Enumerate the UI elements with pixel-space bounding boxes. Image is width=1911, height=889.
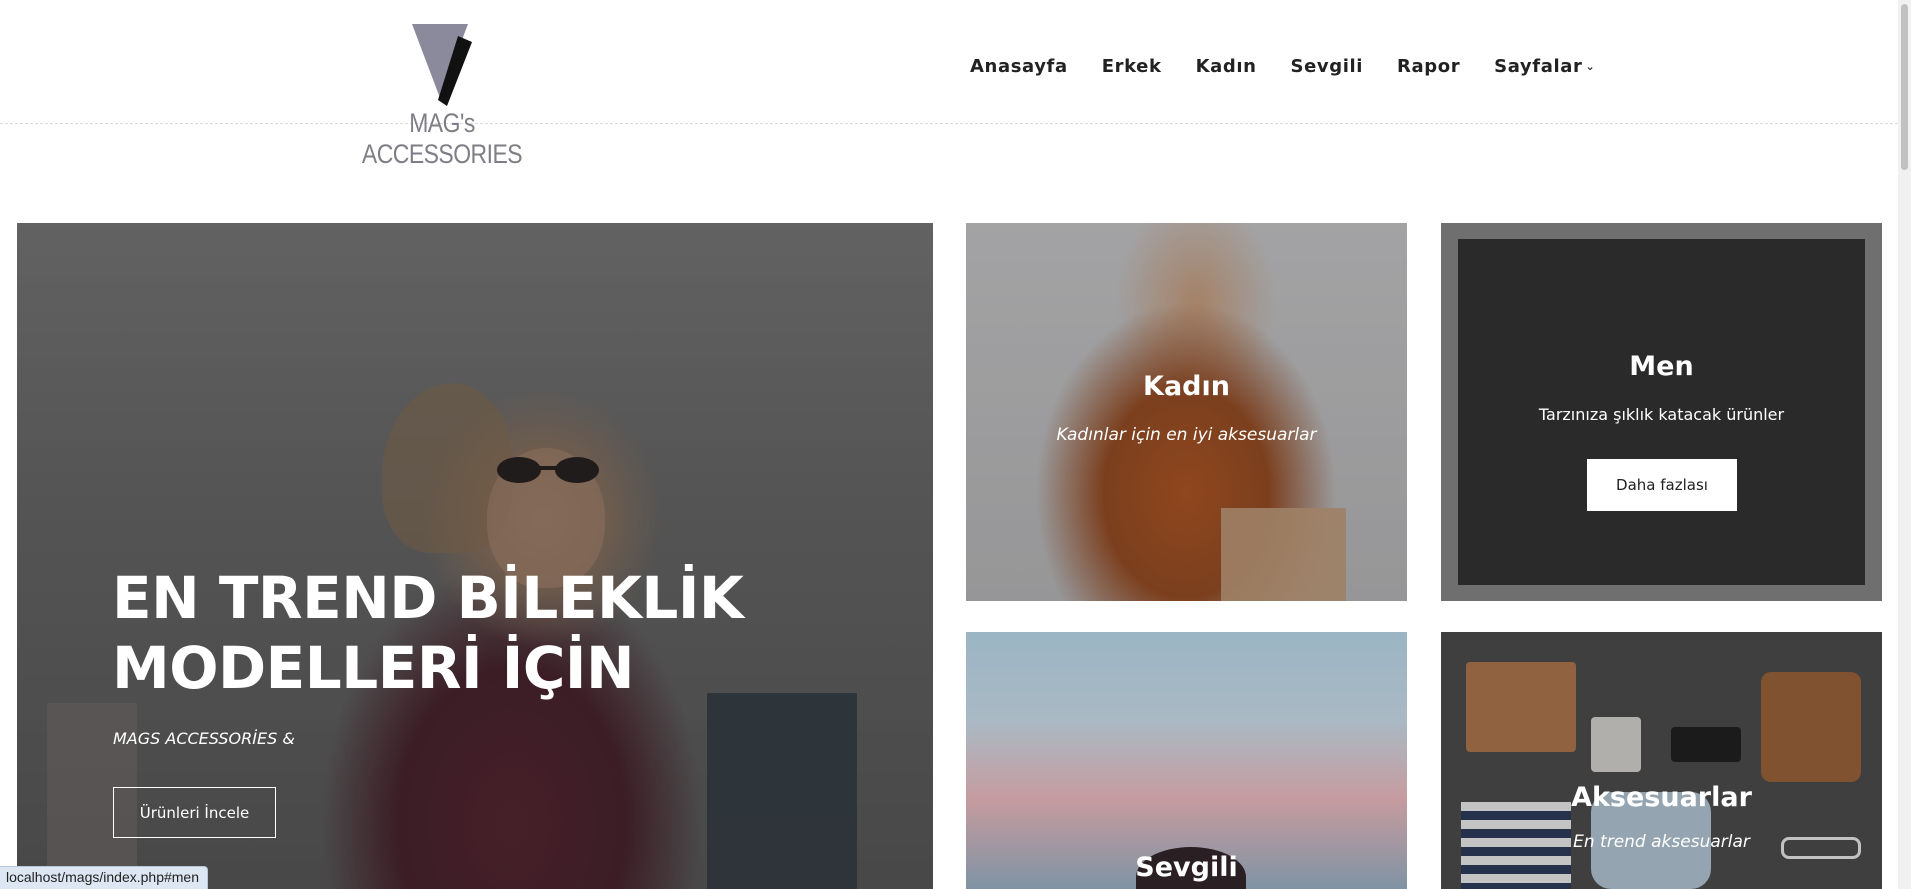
- card-title-sevgili: Sevgili: [1135, 852, 1238, 883]
- card-subtitle-men: Tarzınıza şıklık katacak ürünler: [1538, 405, 1785, 424]
- hero-title: EN TREND BİLEKLİK MODELLERİ İÇİN: [112, 563, 744, 703]
- card-subtitle-aksesuarlar: En trend aksesuarlar: [1573, 832, 1750, 852]
- category-card-men[interactable]: Men Tarzınıza şıklık katacak ürünler Dah…: [1441, 223, 1882, 601]
- hero-title-line1: EN TREND BİLEKLİK: [112, 564, 744, 632]
- category-card-kadin[interactable]: Kadın Kadınlar için en iyi aksesuarlar: [966, 223, 1407, 601]
- nav-item-anasayfa[interactable]: Anasayfa: [970, 56, 1068, 77]
- nav-item-sayfalar-label: Sayfalar: [1494, 56, 1583, 77]
- nav-item-kadin[interactable]: Kadın: [1196, 56, 1257, 77]
- hero-banner: EN TREND BİLEKLİK MODELLERİ İÇİN MAGS AC…: [17, 223, 933, 889]
- logo-mark-icon: [412, 24, 472, 106]
- nav-item-sevgili[interactable]: Sevgili: [1291, 56, 1364, 77]
- page-scrollbar[interactable]: [1898, 0, 1911, 889]
- site-header: MAG's ACCESSORIES Anasayfa Erkek Kadın S…: [0, 0, 1898, 169]
- card-title-aksesuarlar: Aksesuarlar: [1571, 782, 1752, 813]
- hero-title-line2: MODELLERİ İÇİN: [112, 634, 635, 702]
- category-card-sevgili[interactable]: Sevgili: [966, 632, 1407, 889]
- logo-text: MAG's ACCESSORIES: [361, 108, 523, 169]
- card-title-kadin: Kadın: [1143, 371, 1230, 402]
- hero-subtitle: MAGS ACCESSORİES &: [113, 729, 295, 748]
- nav-item-rapor[interactable]: Rapor: [1397, 56, 1460, 77]
- browse-products-button[interactable]: Ürünleri İncele: [113, 787, 276, 838]
- main-nav: Anasayfa Erkek Kadın Sevgili Rapor Sayfa…: [970, 56, 1629, 77]
- more-button[interactable]: Daha fazlası: [1587, 459, 1737, 511]
- card-title-men: Men: [1629, 351, 1694, 382]
- nav-item-erkek[interactable]: Erkek: [1102, 56, 1162, 77]
- nav-item-sayfalar[interactable]: Sayfalar ⌄: [1494, 56, 1595, 77]
- scrollbar-thumb[interactable]: [1901, 4, 1908, 170]
- category-card-aksesuarlar[interactable]: Aksesuarlar En trend aksesuarlar: [1441, 632, 1882, 889]
- card-subtitle-kadin: Kadınlar için en iyi aksesuarlar: [1056, 425, 1317, 445]
- link-status-bar: localhost/mags/index.php#men: [0, 866, 209, 889]
- men-hover-panel: Men Tarzınıza şıklık katacak ürünler Dah…: [1458, 239, 1865, 585]
- brand-logo[interactable]: MAG's ACCESSORIES: [322, 20, 562, 169]
- chevron-down-icon: ⌄: [1585, 60, 1596, 73]
